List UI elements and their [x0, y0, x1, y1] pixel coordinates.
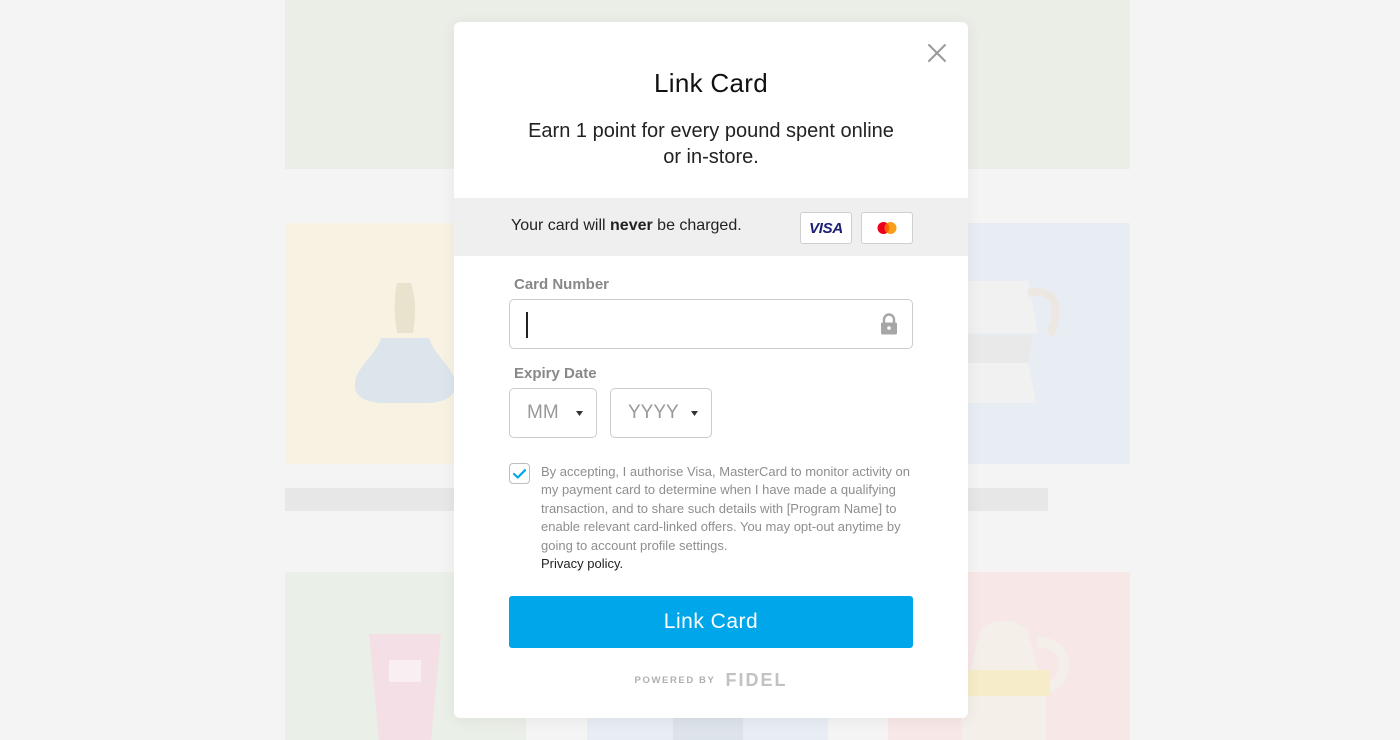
checkmark-icon — [513, 468, 526, 479]
charge-notice-prefix: Your card will — [511, 217, 611, 234]
privacy-policy-link[interactable]: Privacy policy. — [541, 555, 623, 573]
expiry-month-select[interactable]: MM — [509, 388, 597, 438]
charge-notice: Your card will never be charged. — [511, 217, 742, 235]
card-number-input[interactable] — [510, 300, 912, 348]
card-number-label: Card Number — [514, 276, 610, 293]
powered-by-label: POWERED BY — [634, 675, 716, 686]
mastercard-logo-icon — [877, 222, 897, 234]
close-icon[interactable] — [927, 43, 947, 63]
consent-checkbox[interactable] — [509, 463, 530, 484]
link-card-button[interactable]: Link Card — [509, 596, 913, 648]
caret-down-icon — [576, 411, 583, 416]
caret-down-icon — [691, 411, 698, 416]
modal-subtitle: Earn 1 point for every pound spent onlin… — [528, 120, 894, 168]
visa-logo: VISA — [809, 219, 843, 237]
expiry-year-select[interactable]: YYYY — [610, 388, 712, 438]
powered-by-footer: POWERED BY FIDEL — [454, 670, 968, 691]
consent-text: By accepting, I authorise Visa, MasterCa… — [541, 464, 910, 553]
visa-badge: VISA — [800, 212, 852, 244]
link-card-modal: Link Card Earn 1 point for every pound s… — [454, 22, 968, 718]
mastercard-badge — [861, 212, 913, 244]
charge-notice-band: Your card will never be charged. VISA — [454, 198, 968, 256]
close-button[interactable] — [924, 40, 950, 66]
expiry-date-label: Expiry Date — [514, 365, 597, 382]
card-number-field[interactable] — [509, 299, 913, 349]
expiry-month-placeholder: MM — [527, 402, 559, 423]
fidel-logo: FIDEL — [725, 670, 788, 690]
modal-title: Link Card — [654, 68, 768, 98]
text-caret — [526, 312, 528, 338]
charge-notice-emphasis: never — [610, 217, 653, 234]
lock-icon — [881, 313, 897, 335]
expiry-year-placeholder: YYYY — [628, 402, 679, 423]
charge-notice-suffix: be charged. — [652, 217, 742, 234]
